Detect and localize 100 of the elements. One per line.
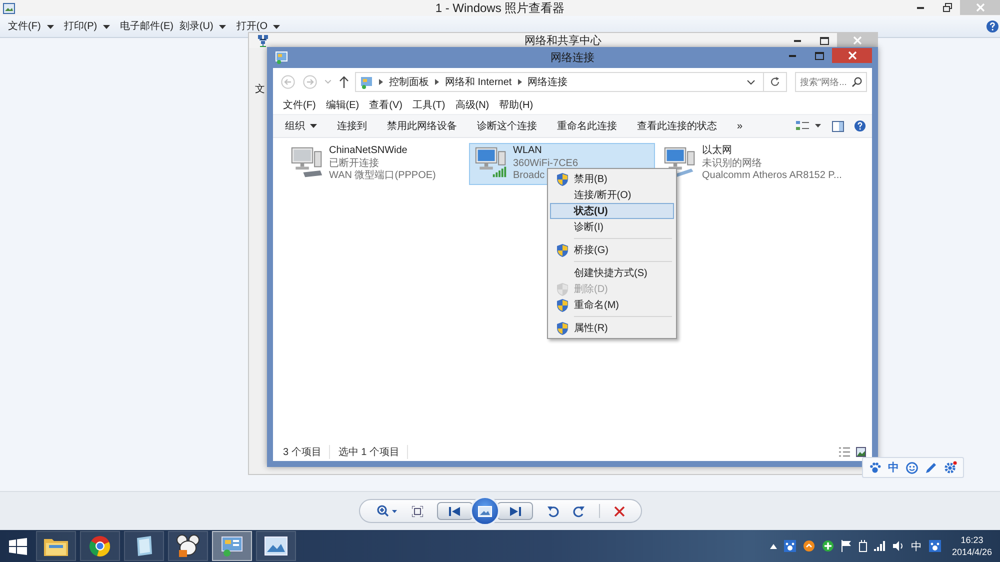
- taskbar-button[interactable]: [36, 531, 76, 561]
- browser-icon: [89, 535, 111, 557]
- connection-name: WLAN: [513, 145, 543, 158]
- minimize-icon[interactable]: [794, 40, 802, 42]
- windows-logo-icon[interactable]: [9, 538, 27, 554]
- breadcrumb-item[interactable]: 网络和 Internet: [445, 75, 512, 89]
- address-bar[interactable]: 控制面板 网络和 Internet 网络连接: [355, 72, 787, 92]
- rotate-right-icon[interactable]: [572, 504, 584, 518]
- wireless-computer-icon: [474, 145, 508, 179]
- menu-item[interactable]: 诊断(I): [550, 219, 674, 235]
- menu-item[interactable]: 编辑(E): [322, 97, 364, 113]
- window-title: 网络连接: [550, 50, 594, 65]
- device-name: Broadc: [513, 170, 546, 182]
- search-field[interactable]: 搜索"网络...: [795, 72, 867, 92]
- network-icon: [220, 535, 244, 557]
- close-button[interactable]: [837, 33, 877, 48]
- clock-date[interactable]: 2014/4/26: [952, 546, 992, 558]
- menu-item[interactable]: 文件(F): [8, 21, 41, 32]
- breadcrumb-item[interactable]: 网络连接: [528, 75, 568, 89]
- breadcrumb-arrow-icon[interactable]: [518, 79, 522, 85]
- breadcrumb-arrow-icon[interactable]: [379, 79, 383, 85]
- toolbar-button[interactable]: 连接到: [337, 119, 367, 133]
- maximize-icon[interactable]: [820, 36, 828, 44]
- settings-icon[interactable]: [944, 461, 957, 474]
- toolbar-button[interactable]: 诊断这个连接: [477, 119, 537, 133]
- toolbar-button[interactable]: 组织: [285, 119, 305, 133]
- paw-icon[interactable]: [928, 540, 941, 552]
- taskbar-button[interactable]: [256, 531, 296, 561]
- rotate-left-icon[interactable]: [546, 504, 558, 518]
- status-text: 3 个项目: [283, 445, 330, 459]
- help-icon[interactable]: [986, 20, 999, 33]
- menu-item[interactable]: 帮助(H): [495, 97, 538, 113]
- menu-item[interactable]: 文: [255, 82, 265, 96]
- power-plug-icon[interactable]: [858, 540, 867, 552]
- minimize-icon[interactable]: [917, 6, 925, 8]
- input-mode-toggle[interactable]: 中: [888, 460, 899, 475]
- input-method-indicator[interactable]: 中: [910, 538, 922, 554]
- flag-icon[interactable]: [840, 540, 852, 552]
- actual-size-icon[interactable]: [412, 506, 422, 516]
- toolbar-button[interactable]: 查看此连接的状态: [637, 119, 717, 133]
- minimize-icon[interactable]: [789, 54, 797, 56]
- caret-icon[interactable]: [219, 24, 226, 28]
- cartoon-mouse-icon: [175, 534, 201, 558]
- menu-item[interactable]: 状态(U): [550, 203, 674, 219]
- menu-item[interactable]: 高级(N): [451, 97, 494, 113]
- paw-icon[interactable]: [784, 540, 796, 552]
- control-panel-icon: [360, 76, 373, 88]
- details-view-icon[interactable]: [839, 447, 850, 457]
- connection-item[interactable]: ChinaNetSNWide 已断开连接 WAN 微型端口(PPPOE): [285, 143, 466, 185]
- menu-item[interactable]: 创建快捷方式(S): [550, 265, 674, 281]
- menu-item[interactable]: 电子邮件(E): [120, 21, 174, 32]
- menu-item[interactable]: 桥接(G): [550, 242, 674, 258]
- menu-item[interactable]: 重命名(M): [550, 297, 674, 313]
- pen-icon[interactable]: [925, 462, 937, 474]
- refresh-icon[interactable]: [770, 77, 780, 87]
- plus-icon[interactable]: [822, 540, 834, 552]
- restore-icon[interactable]: [942, 3, 952, 12]
- breadcrumb-arrow-icon[interactable]: [435, 79, 439, 85]
- delete-icon[interactable]: [614, 506, 624, 516]
- connection-name: ChinaNetSNWide: [329, 145, 408, 158]
- next-button[interactable]: [496, 502, 532, 520]
- clock-time[interactable]: 16:23: [960, 534, 984, 546]
- menu-item[interactable]: 查看(V): [365, 97, 406, 113]
- taskbar-button[interactable]: [124, 531, 164, 561]
- caret-icon[interactable]: [46, 24, 54, 28]
- paw-icon[interactable]: [869, 462, 881, 474]
- dropdown-icon[interactable]: [747, 80, 755, 84]
- smiley-icon[interactable]: [906, 462, 918, 474]
- view-options-icon[interactable]: [796, 120, 822, 132]
- close-icon: [852, 36, 862, 45]
- menu-item[interactable]: 连接/断开(O): [550, 187, 674, 203]
- caret-icon[interactable]: [310, 124, 317, 128]
- previous-button[interactable]: [436, 502, 472, 520]
- toolbar-button[interactable]: 禁用此网络设备: [387, 119, 457, 133]
- breadcrumb-item[interactable]: 控制面板: [389, 75, 429, 89]
- chevron-up-circle-icon[interactable]: [802, 540, 815, 552]
- close-button[interactable]: [832, 48, 872, 63]
- zoom-icon[interactable]: [376, 505, 398, 517]
- signal-icon[interactable]: [874, 541, 886, 551]
- menu-item[interactable]: 属性(R): [550, 320, 674, 336]
- large-icons-view-icon[interactable]: [856, 447, 866, 457]
- toolbar-button[interactable]: 重命名此连接: [557, 119, 617, 133]
- help-icon[interactable]: [854, 120, 866, 132]
- menu-item[interactable]: 打印(P): [64, 21, 98, 32]
- menu-item[interactable]: 刻录(U): [179, 21, 214, 32]
- photo-viewer-icon: [264, 536, 288, 556]
- taskbar-button[interactable]: [80, 531, 120, 561]
- toolbar-button[interactable]: »: [737, 120, 743, 132]
- taskbar-button[interactable]: [168, 531, 208, 561]
- menu-item[interactable]: 工具(T): [408, 97, 450, 113]
- show-hidden-icons-icon[interactable]: [770, 544, 777, 548]
- speaker-icon[interactable]: [892, 541, 904, 551]
- up-arrow-icon[interactable]: [339, 76, 349, 88]
- preview-pane-icon[interactable]: [832, 120, 844, 132]
- menu-item[interactable]: 文件(F): [279, 97, 320, 113]
- caret-icon[interactable]: [273, 24, 280, 28]
- menu-item[interactable]: 打开(O: [236, 21, 268, 32]
- connection-name: 以太网: [702, 145, 733, 158]
- caret-icon[interactable]: [103, 24, 110, 28]
- slideshow-button[interactable]: [470, 496, 500, 526]
